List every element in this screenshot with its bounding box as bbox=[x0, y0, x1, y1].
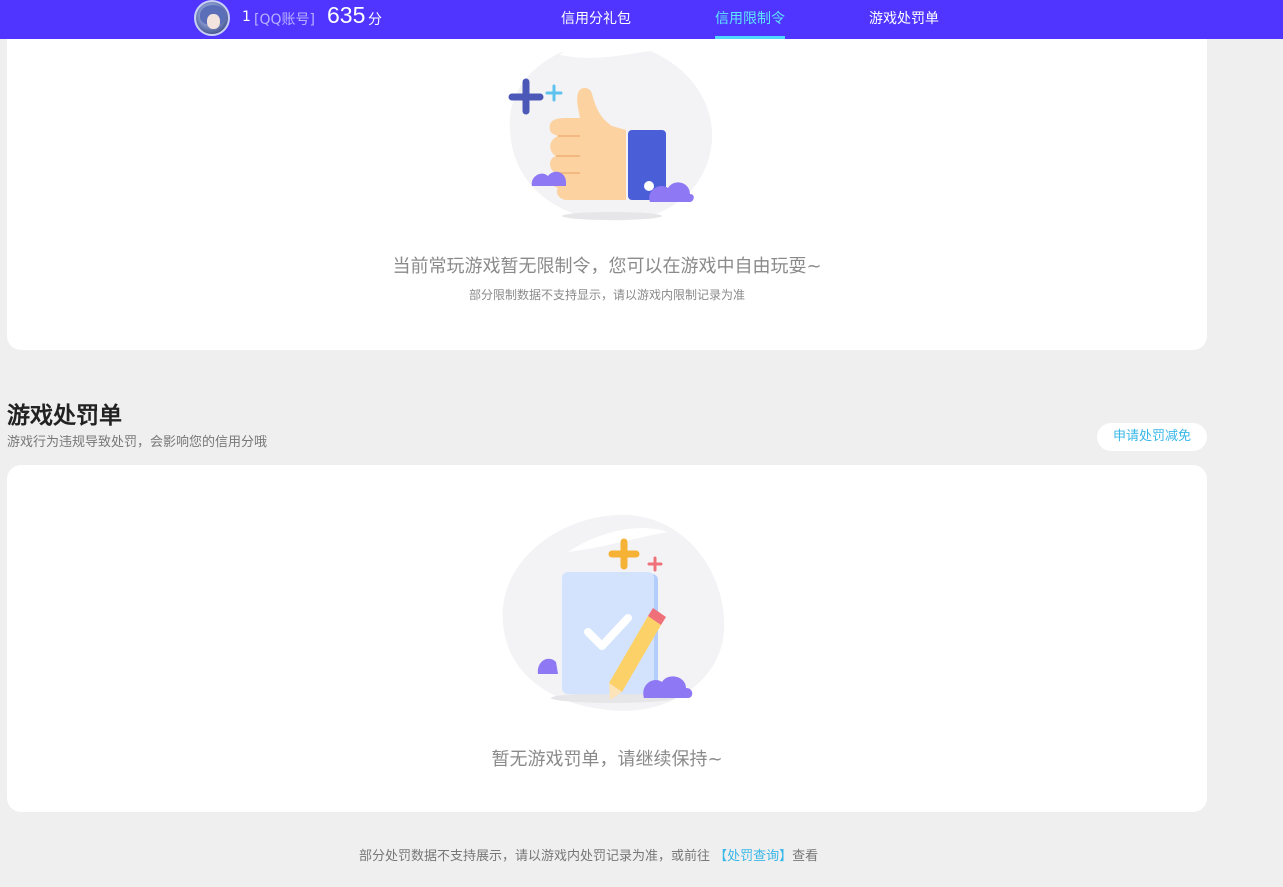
tab-credit-gift[interactable]: 信用分礼包 bbox=[561, 8, 631, 39]
apply-penalty-reduction-button[interactable]: 申请处罚减免 bbox=[1097, 423, 1207, 451]
top-nav-bar: 1 [QQ账号] 635 分 信用分礼包 信用限制令 游戏处罚单 bbox=[0, 0, 1283, 39]
penalty-empty-message: 暂无游戏罚单，请继续保持~ bbox=[491, 749, 723, 770]
credit-score-unit: 分 bbox=[368, 12, 382, 28]
user-avatar[interactable] bbox=[194, 0, 230, 36]
credit-score: 635 bbox=[327, 2, 366, 28]
tab-credit-restriction[interactable]: 信用限制令 bbox=[715, 8, 785, 39]
footer-note-prefix: 部分处罚数据不支持展示，请以游戏内处罚记录为准，或前往 bbox=[359, 849, 715, 864]
tab-game-penalty[interactable]: 游戏处罚单 bbox=[869, 8, 939, 39]
restriction-note: 部分限制数据不支持显示，请以游戏内限制记录为准 bbox=[468, 288, 745, 302]
thumbs-up-illustration bbox=[508, 29, 713, 221]
footer-note-suffix: 查看 bbox=[792, 849, 819, 864]
penalty-query-link[interactable]: 【处罚查询】 bbox=[714, 849, 792, 864]
restriction-empty-message: 当前常玩游戏暂无限制令，您可以在游戏中自由玩耍~ bbox=[392, 256, 822, 277]
penalty-footer-note: 部分处罚数据不支持展示，请以游戏内处罚记录为准，或前往 【处罚查询】查看 bbox=[359, 845, 818, 864]
checklist-pencil-illustration bbox=[502, 514, 725, 711]
account-type-label: [QQ账号] bbox=[254, 12, 315, 28]
penalty-section-title: 游戏处罚单 bbox=[7, 403, 122, 429]
penalty-section-description: 游戏行为违规导致处罚，会影响您的信用分哦 bbox=[7, 435, 268, 450]
user-number: 1 bbox=[242, 9, 251, 25]
